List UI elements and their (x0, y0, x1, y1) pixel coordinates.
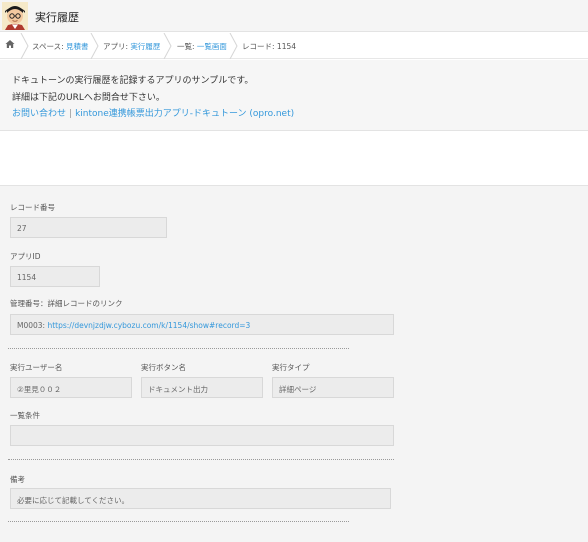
breadcrumb-item-record: レコード: 1154 (242, 41, 296, 52)
breadcrumb-separator-icon (163, 33, 172, 59)
field-value-list-condition (10, 425, 394, 446)
breadcrumb-prefix: レコード: (242, 42, 277, 51)
breadcrumb: スペース: 見積書 アプリ: 実行履歴 一覧: 一覧画面 レコード: 1154 (0, 32, 588, 59)
record-link[interactable]: https://devnjzdjw.cybozu.com/k/1154/show… (47, 321, 250, 330)
field-label-user-name: 実行ユーザー名 (10, 363, 63, 372)
home-icon[interactable] (5, 39, 15, 49)
description-line-2: 詳細は下記のURLへお問合せ下さい。 (12, 93, 165, 103)
app-description: ドキュトーンの実行履歴を記録するアプリのサンプルです。 詳細は下記のURLへお問… (0, 60, 588, 131)
field-value-button-name: ドキュメント出力 (141, 377, 263, 398)
field-label-app-id: アプリID (10, 252, 41, 261)
breadcrumb-separator-icon (229, 33, 238, 59)
field-label-list-condition: 一覧条件 (10, 411, 40, 420)
link-divider: | (69, 109, 73, 119)
breadcrumb-item-app[interactable]: アプリ: 実行履歴 (103, 41, 160, 52)
field-label-record-number: レコード番号 (10, 203, 55, 212)
app-avatar-icon (2, 2, 28, 30)
app-header: 実行履歴 (0, 0, 588, 32)
record-detail: レコード番号 27 アプリID 1154 管理番号：詳細レコードのリンク M00… (0, 185, 588, 542)
breadcrumb-link[interactable]: 実行履歴 (130, 42, 160, 51)
field-value-user-name: ②里見００２ (10, 377, 132, 398)
field-value-remarks: 必要に応じて記載してください。 (10, 488, 391, 509)
field-value-exec-type: 詳細ページ (272, 377, 394, 398)
field-label-remarks: 備考 (10, 475, 25, 484)
field-label-exec-type: 実行タイプ (272, 363, 310, 372)
field-divider (8, 348, 349, 349)
breadcrumb-current: 1154 (276, 42, 297, 51)
manage-number-prefix: M0003: (17, 321, 48, 330)
breadcrumb-prefix: 一覧: (177, 42, 197, 51)
field-value-app-id: 1154 (10, 266, 100, 287)
field-label-button-name: 実行ボタン名 (141, 363, 186, 372)
page-title: 実行履歴 (35, 11, 79, 24)
breadcrumb-separator-icon (90, 33, 99, 59)
field-value-manage-number: M0003: https://devnjzdjw.cybozu.com/k/11… (10, 314, 394, 335)
description-line-1: ドキュトーンの実行履歴を記録するアプリのサンプルです。 (12, 76, 254, 86)
breadcrumb-item-view[interactable]: 一覧: 一覧画面 (177, 41, 227, 52)
field-divider (8, 521, 349, 522)
breadcrumb-link[interactable]: 一覧画面 (197, 42, 227, 51)
breadcrumb-link[interactable]: 見積書 (66, 42, 89, 51)
field-label-manage-number: 管理番号：詳細レコードのリンク (10, 299, 123, 308)
field-value-record-number: 27 (10, 217, 167, 238)
breadcrumb-item-space[interactable]: スペース: 見積書 (32, 41, 89, 52)
description-links: お問い合わせ | kintone連携帳票出力アプリ-ドキュトーン (opro.net… (12, 106, 294, 119)
doctone-link[interactable]: kintone連携帳票出力アプリ-ドキュトーン (opro.net) (75, 109, 294, 119)
field-divider (8, 459, 394, 460)
breadcrumb-prefix: アプリ: (103, 42, 131, 51)
breadcrumb-prefix: スペース: (32, 42, 67, 51)
breadcrumb-separator-icon (20, 33, 29, 59)
contact-link[interactable]: お問い合わせ (12, 109, 66, 119)
